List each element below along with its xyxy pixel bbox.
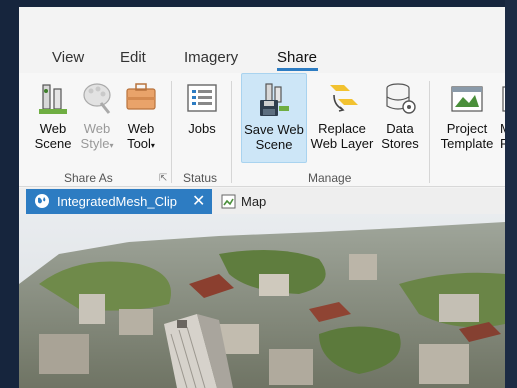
group-separator (231, 81, 232, 183)
ribbon-tab-bar: View Edit Imagery Share (19, 43, 505, 73)
web-scene-label-2: Scene (34, 136, 72, 151)
jobs-label: Jobs (188, 121, 216, 136)
web-style-label-1: Web (83, 121, 111, 136)
partial-label-1: M (500, 121, 505, 136)
project-template-button[interactable]: Project Template (437, 73, 497, 163)
group-label-share-as: Share As (64, 171, 113, 185)
replace-web-layer-icon (324, 79, 360, 117)
project-template-icon (449, 79, 485, 117)
active-tab-indicator (277, 68, 318, 71)
city-mesh-image (19, 214, 505, 388)
save-web-scene-label-2: Scene (255, 137, 293, 152)
replace-web-layer-label-2: Web Layer (310, 136, 374, 151)
group-separator (429, 81, 430, 183)
arcgis-pro-window: View Edit Imagery Share Web Scene Web St… (19, 7, 505, 388)
group-separator (171, 81, 172, 183)
close-icon[interactable]: ✕ (192, 191, 205, 211)
save-web-scene-button[interactable]: Save Web Scene (241, 73, 307, 163)
project-template-label-1: Project (446, 121, 488, 136)
screen-bezel-right (505, 0, 517, 388)
data-stores-button[interactable]: Data Stores (377, 73, 423, 163)
web-style-icon (79, 79, 115, 117)
map-icon (221, 194, 236, 212)
web-tool-label-1: Web (127, 121, 155, 136)
chevron-down-icon: ▾ (109, 141, 114, 150)
web-tool-label-2: Tool (127, 136, 151, 151)
tab-edit[interactable]: Edit (120, 49, 146, 66)
scene-view[interactable] (19, 214, 505, 388)
save-web-scene-icon (256, 80, 292, 118)
jobs-icon (184, 79, 220, 117)
web-style-label-2: Style (80, 136, 110, 151)
tab-integratedmesh-clip[interactable]: IntegratedMesh_Clip ✕ (26, 189, 212, 214)
tab-imagery[interactable]: Imagery (184, 49, 238, 66)
web-tool-icon (123, 79, 159, 117)
replace-web-layer-button[interactable]: Replace Web Layer (309, 73, 375, 163)
web-style-button[interactable]: Web Style▾ (75, 73, 119, 163)
tab-share[interactable]: Share (277, 49, 317, 66)
tab-view[interactable]: View (52, 49, 84, 66)
chevron-down-icon: ▾ (150, 141, 155, 150)
data-stores-label-2: Stores (381, 136, 419, 151)
globe-icon (34, 193, 50, 212)
partial-label-2: F (500, 136, 505, 151)
web-tool-button[interactable]: Web Tool▾ (117, 73, 165, 163)
tab-integratedmesh-label: IntegratedMesh_Clip (57, 194, 177, 209)
partial-icon (501, 79, 505, 117)
screen-bezel-top (0, 0, 517, 7)
dialog-launcher-icon[interactable]: ⇱ (159, 173, 167, 184)
project-template-label-2: Template (440, 136, 494, 151)
data-stores-icon (382, 79, 418, 117)
group-label-manage: Manage (308, 171, 352, 185)
tab-map-label: Map (241, 194, 267, 209)
jobs-button[interactable]: Jobs (177, 73, 227, 163)
document-tab-bar: IntegratedMesh_Clip ✕ Map (19, 188, 505, 214)
web-scene-icon (35, 79, 71, 117)
web-scene-button[interactable]: Web Scene (29, 73, 77, 163)
web-scene-label-1: Web (39, 121, 67, 136)
save-web-scene-label-1: Save Web (244, 122, 304, 137)
partial-ribbon-button[interactable]: MF (497, 73, 505, 163)
tab-map[interactable]: Map (215, 189, 275, 214)
ribbon: Web Scene Web Style▾ Web Tool▾ Share As … (19, 73, 505, 187)
group-label-status: Status (183, 171, 218, 185)
replace-web-layer-label-1: Replace (318, 121, 366, 136)
screen-bezel-left (0, 0, 19, 388)
data-stores-label-1: Data (386, 121, 414, 136)
